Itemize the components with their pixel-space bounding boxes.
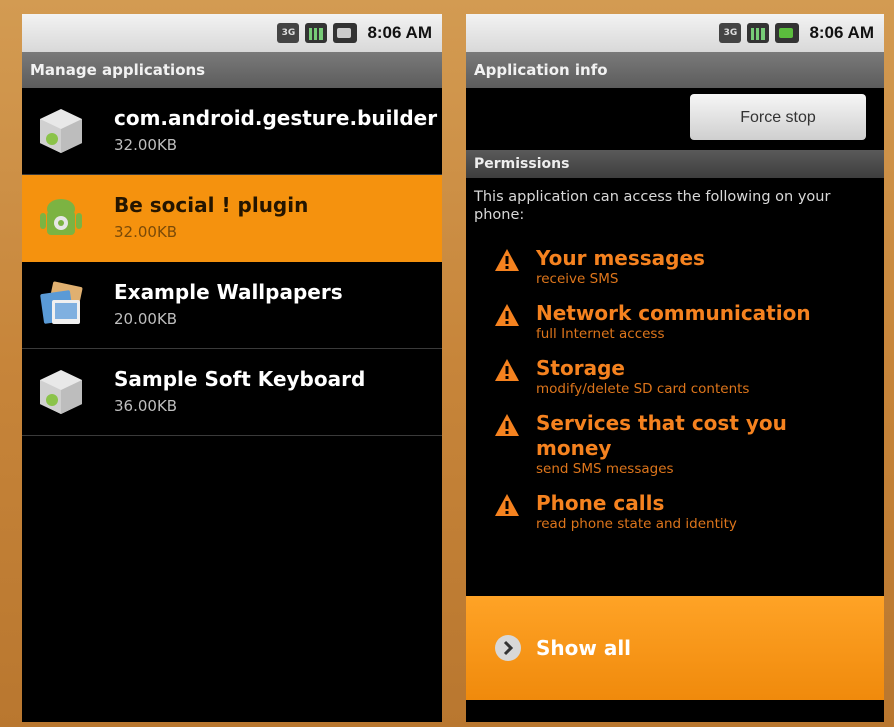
app-name: Example Wallpapers [114, 280, 343, 304]
permission-title: Phone calls [536, 491, 665, 515]
app-size: 32.00KB [114, 136, 178, 154]
android-package-icon [40, 370, 82, 414]
force-stop-row: Force stop [466, 88, 884, 150]
permissions-intro: This application can access the followin… [474, 189, 831, 223]
permission-detail: send SMS messages [536, 461, 674, 477]
warning-icon [495, 304, 519, 326]
wallpaper-icon [40, 281, 83, 324]
app-name: Be social ! plugin [114, 193, 309, 217]
warning-icon [495, 359, 519, 381]
android-robot-icon [40, 199, 82, 235]
permission-detail: receive SMS [536, 271, 619, 287]
application-info-screen: 3G 8:06 AM Application info Force stop P… [466, 14, 884, 722]
permission-title: Your messages [536, 246, 705, 270]
warning-icon [495, 249, 519, 271]
warning-icon [495, 414, 519, 436]
app-row-example-wallpapers[interactable]: Example Wallpapers 20.00KB [22, 262, 442, 349]
app-row-be-social-plugin[interactable]: Be social ! plugin 32.00KB [22, 175, 442, 262]
show-all-label: Show all [536, 636, 632, 660]
app-name: com.android.gesture.builder [114, 106, 438, 130]
warning-icon [495, 494, 519, 516]
app-row-sample-soft-keyboard[interactable]: Sample Soft Keyboard 36.00KB [22, 349, 442, 436]
signal-icon [305, 23, 328, 43]
permission-item: Network communication full Internet acce… [466, 301, 884, 343]
permissions-header: Permissions [466, 150, 884, 178]
3g-icon: 3G [719, 23, 742, 43]
page-title: Application info [466, 52, 884, 88]
page-title: Manage applications [22, 52, 442, 88]
status-bar: 3G 8:06 AM [466, 14, 884, 52]
permissions-list: Your messages receive SMS Network commun… [466, 246, 884, 546]
permission-title: Storage [536, 356, 625, 380]
3g-icon: 3G [277, 23, 300, 43]
battery-icon [775, 23, 800, 43]
permission-title: Network communication [536, 301, 811, 325]
permission-item: Storage modify/delete SD card contents [466, 356, 884, 398]
permission-detail: modify/delete SD card contents [536, 381, 750, 397]
app-list: com.android.gesture.builder 32.00KB Be s… [22, 88, 442, 436]
app-size: 20.00KB [114, 310, 178, 328]
manage-applications-screen: 3G 8:06 AM Manage applications com.andro… [22, 14, 442, 722]
status-time: 8:06 AM [367, 23, 432, 42]
app-name: Sample Soft Keyboard [114, 367, 366, 391]
permission-item: Phone calls read phone state and identit… [466, 491, 884, 533]
permission-item: Your messages receive SMS [466, 246, 884, 288]
permission-detail: full Internet access [536, 326, 665, 342]
permission-detail: read phone state and identity [536, 516, 737, 532]
show-all-button[interactable]: Show all [466, 596, 884, 700]
app-size: 32.00KB [114, 223, 178, 241]
force-stop-button[interactable]: Force stop [690, 94, 866, 140]
permission-item: Services that cost you money send SMS me… [466, 411, 884, 478]
status-bar: 3G 8:06 AM [22, 14, 442, 52]
status-time: 8:06 AM [809, 23, 874, 42]
chevron-right-icon [495, 635, 521, 661]
android-package-icon [40, 109, 82, 153]
app-row-gesture-builder[interactable]: com.android.gesture.builder 32.00KB [22, 88, 442, 175]
permission-title: Services that cost you money [536, 411, 787, 460]
app-size: 36.00KB [114, 397, 178, 415]
battery-icon [333, 23, 358, 43]
signal-icon [747, 23, 770, 43]
